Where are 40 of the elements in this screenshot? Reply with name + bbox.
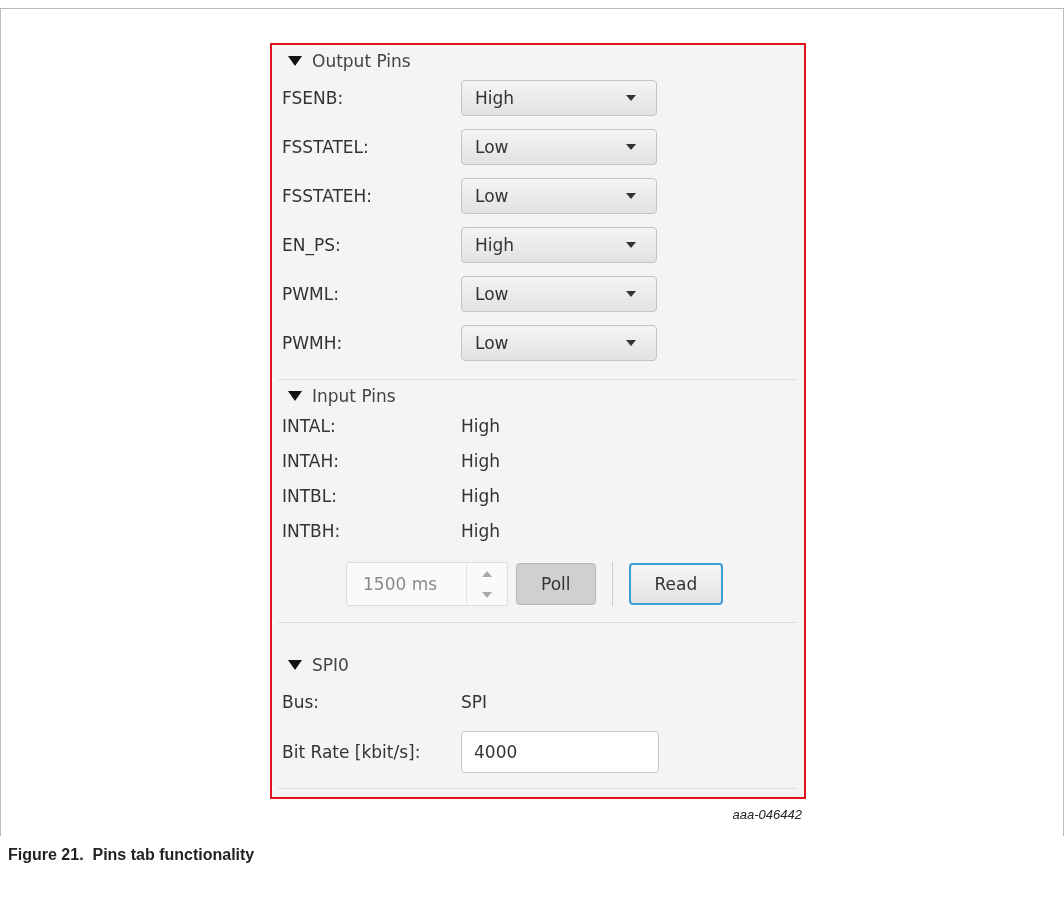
- dropdown[interactable]: Low: [461, 324, 657, 361]
- pin-label: FSSTATEH:: [282, 185, 374, 206]
- pin-label: FSENB:: [282, 87, 345, 108]
- caret-icon: [626, 241, 636, 248]
- pin-label: FSSTATEL:: [282, 136, 370, 157]
- pin-value: High: [461, 520, 501, 541]
- caret-icon: [626, 94, 636, 101]
- pin-label: INTAH:: [282, 450, 340, 471]
- section-title: SPI0: [312, 655, 349, 675]
- bus-label: Bus:: [282, 692, 321, 712]
- pin-value: High: [461, 415, 501, 436]
- caret-icon: [626, 339, 636, 346]
- caret-icon: [626, 192, 636, 199]
- read-button[interactable]: Read: [628, 563, 724, 605]
- dropdown[interactable]: Low: [461, 275, 657, 312]
- pin-label: PWML:: [282, 283, 340, 304]
- caret-icon: [626, 290, 636, 297]
- section-title: Output Pins: [312, 51, 411, 71]
- pin-label: EN_PS:: [282, 234, 342, 255]
- caret-icon: [626, 143, 636, 150]
- bit-rate-field[interactable]: 4000: [461, 730, 659, 773]
- expand-triangle-icon[interactable]: [288, 660, 302, 670]
- bit-rate-label: Bit Rate [kbit/s]:: [282, 741, 422, 762]
- poll-button[interactable]: Poll: [516, 563, 596, 605]
- pin-label: PWMH:: [282, 332, 344, 353]
- pin-label: INTBL:: [282, 485, 338, 506]
- expand-triangle-icon[interactable]: [288, 56, 302, 66]
- dropdown[interactable]: Low: [461, 128, 657, 165]
- pin-label: INTBH:: [282, 520, 342, 541]
- expand-triangle-icon[interactable]: [288, 391, 302, 401]
- figure-caption: Figure 21. Pins tab functionality: [7, 845, 256, 865]
- pin-value: High: [461, 485, 501, 506]
- dropdown[interactable]: High: [461, 79, 657, 116]
- dropdown[interactable]: Low: [461, 177, 657, 214]
- pin-value: High: [461, 450, 501, 471]
- section-title: Input Pins: [312, 386, 396, 406]
- pin-label: INTAL:: [282, 415, 337, 436]
- bus-value: SPI: [461, 692, 488, 712]
- dropdown[interactable]: High: [461, 226, 657, 263]
- figure-id: aaa-046442: [732, 807, 802, 822]
